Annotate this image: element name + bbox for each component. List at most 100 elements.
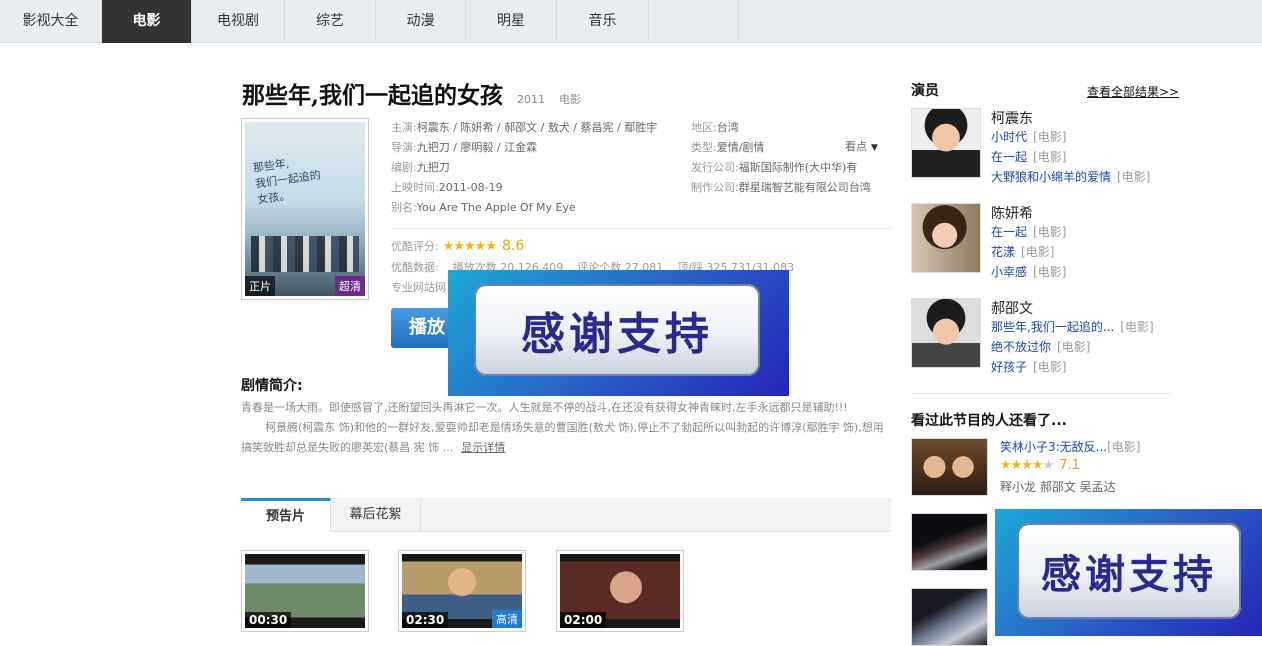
actor-card-3: 郝邵文 那些年,我们一起追的... [电影] 绝不放过你 [电影] 好孩子 [电影] — [911, 298, 1173, 378]
actor-work-kind: [电影] — [1057, 340, 1091, 354]
nav-tab-variety[interactable]: 综艺 — [285, 0, 376, 43]
actor-work-kind: [电影] — [1120, 320, 1154, 334]
actor-work-title[interactable]: 绝不放过你 — [991, 340, 1051, 354]
director-value[interactable]: 九把刀 / 廖明毅 / 江金霖 — [417, 141, 537, 154]
actor-work: 好孩子 [电影] — [991, 358, 1066, 375]
region-value[interactable]: 台湾 — [717, 121, 739, 134]
recommend-score: 7.1 — [1059, 458, 1080, 473]
show-details-link[interactable]: 显示详情 — [461, 441, 505, 454]
writer-value[interactable]: 九把刀 — [417, 161, 450, 174]
producer-value: 群星瑞智艺能有限公司台湾 — [738, 181, 871, 194]
trailer-image-1: 00:30 — [245, 554, 365, 628]
nav-tab-tv[interactable]: 电视剧 — [192, 0, 285, 43]
actor-work-kind: [电影] — [1033, 265, 1067, 279]
right-divider — [911, 393, 1171, 394]
director-label: 导演: — [391, 141, 417, 154]
actor-work-title[interactable]: 小幸感 — [991, 265, 1027, 279]
release-value: 2011-08-19 — [438, 181, 503, 194]
tab-trailers[interactable]: 预告片 — [241, 498, 331, 532]
alias-label: 别名: — [391, 201, 417, 214]
genre-value[interactable]: 爱情/剧情 — [717, 141, 765, 154]
avatar[interactable] — [911, 203, 981, 273]
nav-tab-stars[interactable]: 明星 — [466, 0, 557, 43]
watch-points-dropdown[interactable]: 看点 ▼ — [845, 138, 878, 154]
synopsis-paragraph-2-text: 柯景腾(柯震东 饰)和他的一群好友,爱耍帅却老是情场失意的曹国胜(敖犬 饰),停… — [241, 421, 884, 454]
actor-name[interactable]: 柯震东 — [991, 108, 1033, 128]
movie-poster[interactable]: 那些年, 我们一起追的 女孩。 正片 超清 — [241, 118, 369, 300]
actor-work: 绝不放过你 [电影] — [991, 338, 1090, 355]
nav-tab-empty — [649, 0, 739, 43]
region-label: 地区: — [691, 121, 717, 134]
actor-work: 小幸感 [电影] — [991, 263, 1066, 280]
recommend-thumb[interactable] — [911, 513, 988, 571]
publisher-value: 福斯国际制作(大中华)有 — [738, 161, 858, 174]
recommend-kind: [电影] — [1107, 440, 1141, 454]
rating-label: 优酷评分: — [391, 240, 439, 253]
sites-label: 专业网站网 — [391, 281, 446, 294]
actor-work-title[interactable]: 花漾 — [991, 245, 1015, 259]
publisher-label: 发行公司: — [691, 161, 739, 174]
poster-people — [251, 236, 359, 272]
trailer-thumb-3[interactable]: 02:00 — [556, 550, 684, 632]
nav-tab-movie[interactable]: 电影 — [102, 0, 192, 43]
view-all-link[interactable]: 查看全部结果>> — [1087, 83, 1179, 100]
genre-label: 类型: — [691, 141, 717, 154]
actor-work-title[interactable]: 在一起 — [991, 225, 1027, 239]
triangle-down-icon: ▼ — [871, 143, 878, 153]
actor-work-title[interactable]: 在一起 — [991, 150, 1027, 164]
sites-row: 专业网站网 — [391, 278, 446, 298]
producer-label: 制作公司: — [691, 181, 739, 194]
actor-work-kind: [电影] — [1033, 130, 1067, 144]
info-divider — [391, 228, 891, 229]
trailer-duration-2: 02:30 — [402, 612, 449, 628]
nav-tab-music[interactable]: 音乐 — [557, 0, 649, 43]
trailer-thumb-2[interactable]: 02:30 高清 — [398, 550, 526, 632]
synopsis-paragraph-2: 柯景腾(柯震东 饰)和他的一群好友,爱耍帅却老是情场失意的曹国胜(敖犬 饰),停… — [241, 418, 891, 458]
actor-work: 大野狼和小绵羊的爱情 [电影] — [991, 168, 1150, 185]
page-title: 那些年,我们一起追的女孩 — [242, 82, 504, 109]
actor-work: 在一起 [电影] — [991, 223, 1066, 240]
recommend-thumb[interactable] — [911, 438, 988, 496]
recommend-title: 笑林小子3:无敌反...[电影] — [1000, 438, 1141, 455]
avatar[interactable] — [911, 298, 981, 368]
thanks-overlay-2: 感谢支持 — [995, 509, 1262, 636]
tab-behind-scenes[interactable]: 幕后花絮 — [331, 498, 421, 532]
actor-work-kind: [电影] — [1021, 245, 1055, 259]
actor-work: 在一起 [电影] — [991, 148, 1066, 165]
rating-row: 优酷评分: ★★★★★ 8.6 — [391, 238, 524, 254]
actor-work-title[interactable]: 小时代 — [991, 130, 1027, 144]
recommend-thumb[interactable] — [911, 588, 988, 646]
actor-name[interactable]: 陈妍希 — [991, 203, 1033, 223]
actor-work-title[interactable]: 好孩子 — [991, 360, 1027, 374]
actor-work-kind: [电影] — [1033, 225, 1067, 239]
video-tabs: 预告片 幕后花絮 — [241, 498, 891, 532]
movie-category: 电影 — [559, 93, 582, 106]
nav-tab-anime[interactable]: 动漫 — [376, 0, 466, 43]
stats-label: 优酷数据: — [391, 261, 439, 274]
cast-value[interactable]: 柯震东 / 陈妍希 / 郝邵文 / 敖犬 / 蔡昌宪 / 鄢胜宇 — [417, 121, 658, 134]
actor-work-kind: [电影] — [1117, 170, 1151, 184]
actor-card-1: 柯震东 小时代 [电影] 在一起 [电影] 大野狼和小绵羊的爱情 [电影] — [911, 108, 1173, 188]
avatar[interactable] — [911, 108, 981, 178]
top-nav: 影视大全 电影 电视剧 综艺 动漫 明星 音乐 — [0, 0, 1262, 43]
watch-points-label: 看点 — [845, 140, 867, 153]
actor-work: 花漾 [电影] — [991, 243, 1054, 260]
actor-name[interactable]: 郝邵文 — [991, 298, 1033, 318]
thanks-text: 感谢支持 — [1017, 523, 1241, 619]
trailer-thumb-1[interactable]: 00:30 — [241, 550, 369, 632]
trailer-hd-badge: 高清 — [492, 610, 522, 628]
actor-work-title[interactable]: 那些年,我们一起追的... — [991, 320, 1114, 334]
poster-image: 那些年, 我们一起追的 女孩。 正片 超清 — [245, 122, 365, 296]
synopsis-title: 剧情简介: — [241, 378, 303, 394]
recommend-title-text[interactable]: 笑林小子3:无敌反... — [1000, 440, 1107, 454]
alias-value: You Are The Apple Of My Eye — [416, 201, 576, 214]
trailer-image-2: 02:30 高清 — [402, 554, 522, 628]
thanks-overlay-1: 感谢支持 — [448, 270, 789, 396]
actor-work-kind: [电影] — [1033, 150, 1067, 164]
poster-tag-hd: 超清 — [335, 276, 365, 296]
nav-tab-all[interactable]: 影视大全 — [0, 0, 102, 43]
synopsis-body: 青春是一场大雨。即使感冒了,还盼望回头再淋它一次。人生就是不停的战斗,在还没有获… — [241, 398, 891, 458]
actor-work-title[interactable]: 大野狼和小绵羊的爱情 — [991, 170, 1111, 184]
rating-score: 8.6 — [502, 238, 525, 254]
star-rating-icon: ★★★★★ 7.1 — [1000, 458, 1080, 473]
